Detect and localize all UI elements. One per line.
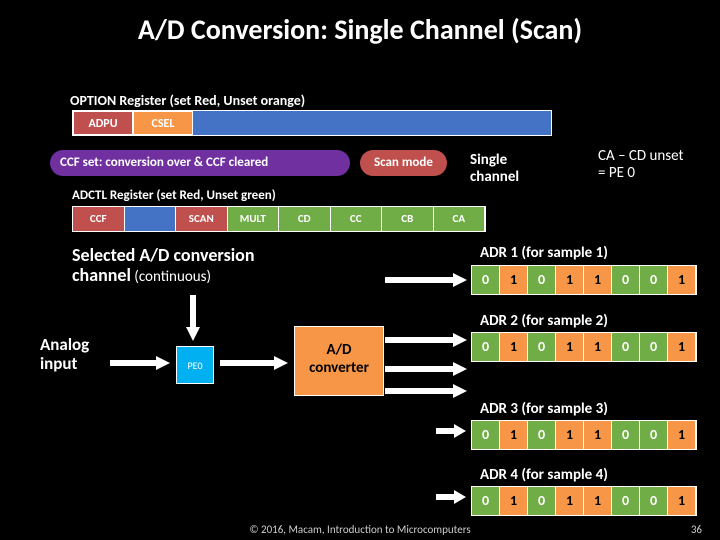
scan-mode-pill: Scan mode	[360, 150, 447, 176]
option-register-bar: ADPU CSEL	[72, 110, 552, 136]
option-register-label: OPTION Register (set Red, Unset orange)	[70, 92, 305, 109]
pe0-pin-box: PE0	[176, 346, 214, 384]
selected-channel-label: Selected A/D conversionchannel (continuo…	[72, 245, 255, 287]
bit-cell: 1	[556, 487, 584, 515]
bit-cell: 0	[612, 266, 640, 294]
adctl-mult-cell: MULT	[228, 207, 280, 231]
bit-cell: 0	[472, 266, 500, 294]
adctl-register-label: ADCTL Register (set Red, Unset green)	[72, 188, 276, 203]
arrow-right-icon	[220, 356, 288, 370]
adr3-label: ADR 3 (for sample 3)	[480, 400, 608, 418]
page-number: 36	[691, 523, 702, 536]
adctl-cd-cell: CD	[279, 207, 331, 231]
arrow-right-icon	[432, 270, 462, 293]
bit-cell: 1	[556, 266, 584, 294]
bit-cell: 0	[472, 333, 500, 361]
bit-cell: 1	[500, 333, 528, 361]
ad-converter-box: A/Dconverter	[294, 326, 384, 396]
adctl-ccf-cell: CCF	[73, 207, 125, 231]
adctl-cb-cell: CB	[382, 207, 434, 231]
arrow-down-icon	[186, 295, 200, 341]
continuous-note: (continuous)	[131, 268, 211, 286]
bit-cell: 1	[584, 266, 612, 294]
adctl-ca-cell: CA	[434, 207, 486, 231]
ccf-status-pill: CCF set: conversion over & CCF cleared	[50, 150, 350, 176]
adctl-scan-cell: SCAN	[176, 207, 228, 231]
bit-cell: 0	[528, 421, 556, 449]
bit-cell: 1	[500, 421, 528, 449]
bit-cell: 1	[500, 487, 528, 515]
option-adpu-cell: ADPU	[73, 111, 133, 135]
adr3-bits: 0 1 0 1 1 0 0 1	[471, 420, 697, 450]
bit-cell: 0	[528, 333, 556, 361]
single-channel-label: Singlechannel	[470, 152, 519, 186]
bit-cell: 1	[668, 266, 696, 294]
adr4-bits: 0 1 0 1 1 0 0 1	[471, 486, 697, 516]
adr2-bits: 0 1 0 1 1 0 0 1	[471, 332, 697, 362]
bit-cell: 1	[584, 333, 612, 361]
bit-cell: 0	[528, 487, 556, 515]
bit-cell: 0	[612, 421, 640, 449]
bit-cell: 1	[500, 266, 528, 294]
footer-copyright: © 2016, Macam, Introduction to Microcomp…	[0, 523, 720, 536]
bit-cell: 1	[668, 333, 696, 361]
adctl-register-bar: CCF SCAN MULT CD CC CB CA	[72, 206, 486, 232]
bit-cell: 1	[668, 487, 696, 515]
bit-cell: 1	[556, 421, 584, 449]
bit-cell: 0	[640, 487, 668, 515]
page-title: A/D Conversion: Single Channel (Scan)	[0, 0, 720, 51]
adr2-label: ADR 2 (for sample 2)	[480, 312, 608, 330]
adr4-label: ADR 4 (for sample 4)	[480, 466, 608, 484]
bit-cell: 1	[584, 421, 612, 449]
option-csel-cell: CSEL	[133, 111, 193, 135]
bit-cell: 0	[472, 487, 500, 515]
arrow-right-icon	[385, 333, 467, 347]
adctl-blank-cell	[125, 207, 177, 231]
bit-cell: 0	[472, 421, 500, 449]
bit-cell: 1	[668, 421, 696, 449]
bit-cell: 0	[640, 333, 668, 361]
bit-cell: 0	[528, 266, 556, 294]
bit-cell: 0	[612, 333, 640, 361]
bit-cell: 0	[640, 421, 668, 449]
bit-cell: 0	[640, 266, 668, 294]
adr1-bits: 0 1 0 1 1 0 0 1	[471, 265, 697, 295]
analog-input-label: Analoginput	[40, 335, 89, 373]
bit-cell: 0	[612, 487, 640, 515]
arrow-branch-adr4	[436, 390, 466, 504]
ca-cd-note: CA – CD unset= PE 0	[598, 148, 684, 182]
arrow-right-icon	[110, 356, 170, 370]
bit-cell: 1	[584, 487, 612, 515]
adctl-cc-cell: CC	[331, 207, 383, 231]
adr1-label: ADR 1 (for sample 1)	[480, 244, 608, 262]
bit-cell: 1	[556, 333, 584, 361]
